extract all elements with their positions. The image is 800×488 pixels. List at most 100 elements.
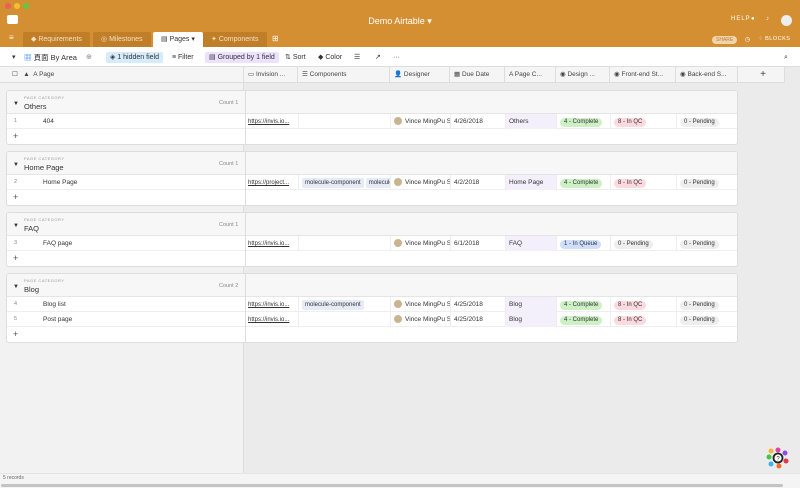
invision-link[interactable]: https://invis.io...: [248, 302, 289, 308]
column-header-page-category[interactable]: A Page C...: [505, 67, 556, 83]
invision-cell[interactable]: https://invis.io...: [245, 312, 299, 327]
view-switcher[interactable]: ▦ 頁面 By Area: [20, 52, 81, 63]
share-button[interactable]: SHARE: [712, 36, 738, 44]
history-icon[interactable]: ◷: [745, 36, 750, 43]
backend-status-cell[interactable]: 0 - Pending: [677, 236, 737, 251]
group-header[interactable]: ▼ PAGE CATEGORY Blog Count 2: [7, 274, 737, 297]
page-cell[interactable]: Blog list: [40, 297, 245, 312]
invision-cell[interactable]: https://invis.io...: [245, 236, 299, 251]
horizontal-scrollbar[interactable]: [1, 484, 783, 487]
frontend-status-cell[interactable]: 0 - Pending: [611, 236, 677, 251]
backend-status-cell[interactable]: 0 - Pending: [677, 297, 737, 312]
components-cell[interactable]: [299, 114, 391, 129]
tab-requirements[interactable]: ◆ Requirements: [23, 32, 90, 47]
base-title[interactable]: Demo Airtable ▾: [0, 16, 800, 27]
column-header-designer[interactable]: 👤 Designer: [390, 67, 450, 83]
components-cell[interactable]: [299, 312, 391, 327]
design-status-cell[interactable]: 4 - Complete: [557, 297, 611, 312]
frontend-status-cell[interactable]: 8 - In QC: [611, 175, 677, 190]
group-header[interactable]: ▼ PAGE CATEGORY FAQ Count 1: [7, 213, 737, 236]
view-settings-icon[interactable]: ⊕: [82, 52, 96, 63]
design-status-cell[interactable]: 4 - Complete: [557, 312, 611, 327]
page-cell[interactable]: FAQ page: [40, 236, 245, 251]
collapse-triangle-icon[interactable]: ▼: [13, 284, 19, 290]
views-toggle-icon[interactable]: ▾: [8, 52, 20, 63]
add-record-button[interactable]: +: [7, 327, 737, 342]
invision-link[interactable]: https://invis.io...: [248, 241, 289, 247]
table-row[interactable]: 4 Blog list https://invis.io... molecule…: [7, 297, 737, 312]
search-icon[interactable]: ⌕: [780, 52, 792, 63]
add-record-button[interactable]: +: [7, 129, 737, 144]
table-row[interactable]: 3 FAQ page https://invis.io... Vince Min…: [7, 236, 737, 251]
page-category-cell[interactable]: Blog: [506, 312, 557, 327]
page-cell[interactable]: Post page: [40, 312, 245, 327]
group-header[interactable]: ▼ PAGE CATEGORY Home Page Count 1: [7, 152, 737, 175]
column-header-due-date[interactable]: ▦ Due Date: [450, 67, 505, 83]
column-header-invision[interactable]: ▭ Invision ...: [244, 67, 298, 83]
due-date-cell[interactable]: 4/26/2018: [451, 114, 506, 129]
invision-link[interactable]: https://project...: [248, 180, 289, 186]
design-status-cell[interactable]: 4 - Complete: [557, 114, 611, 129]
help-bubble-icon[interactable]: ?: [766, 446, 790, 470]
designer-cell[interactable]: Vince MingPu Shao: [391, 312, 451, 327]
design-status-cell[interactable]: 1 - In Queue: [557, 236, 611, 251]
share-view-icon[interactable]: ↗: [371, 52, 385, 63]
collapse-triangle-icon[interactable]: ▼: [13, 101, 19, 107]
design-status-cell[interactable]: 4 - Complete: [557, 175, 611, 190]
page-cell[interactable]: 404: [40, 114, 245, 129]
group-header[interactable]: ▼ PAGE CATEGORY Others Count 1: [7, 91, 737, 114]
add-record-button[interactable]: +: [7, 190, 737, 205]
page-category-cell[interactable]: Others: [506, 114, 557, 129]
designer-cell[interactable]: Vince MingPu Shao: [391, 114, 451, 129]
add-record-button[interactable]: +: [7, 251, 737, 266]
column-header-backend-status[interactable]: ◉ Back-end S...: [676, 67, 738, 83]
filter-button[interactable]: ≡ Filter: [168, 52, 198, 63]
designer-cell[interactable]: Vince MingPu Shao: [391, 297, 451, 312]
frontend-status-cell[interactable]: 8 - In QC: [611, 312, 677, 327]
invision-cell[interactable]: https://invis.io...: [245, 297, 299, 312]
backend-status-cell[interactable]: 0 - Pending: [677, 312, 737, 327]
group-button[interactable]: ▤ Grouped by 1 field: [205, 52, 279, 63]
column-header-page[interactable]: ☐ ▲ A Page: [0, 67, 244, 83]
tab-milestones[interactable]: ◎ Milestones: [93, 32, 151, 47]
page-category-cell[interactable]: FAQ: [506, 236, 557, 251]
column-header-design-status[interactable]: ◉ Design ...: [556, 67, 610, 83]
page-cell[interactable]: Home Page: [40, 175, 245, 190]
components-cell[interactable]: molecule-component: [299, 297, 391, 312]
table-row[interactable]: 2 Home Page https://project... molecule-…: [7, 175, 737, 190]
add-table-icon[interactable]: ⊞: [272, 34, 279, 43]
due-date-cell[interactable]: 4/25/2018: [451, 312, 506, 327]
due-date-cell[interactable]: 4/25/2018: [451, 297, 506, 312]
column-header-components[interactable]: ☰ Components: [298, 67, 390, 83]
backend-status-cell[interactable]: 0 - Pending: [677, 175, 737, 190]
help-link[interactable]: HELP: [731, 16, 751, 22]
sort-button[interactable]: ⇅ Sort: [281, 52, 310, 63]
invision-link[interactable]: https://invis.io...: [248, 119, 289, 125]
invision-link[interactable]: https://invis.io...: [248, 317, 289, 323]
designer-cell[interactable]: Vince MingPu Shao: [391, 175, 451, 190]
page-category-cell[interactable]: Home Page: [506, 175, 557, 190]
component-chip[interactable]: molecule-component: [365, 178, 390, 188]
blocks-button[interactable]: ⁘ BLOCKS: [758, 36, 790, 42]
collapse-triangle-icon[interactable]: ▼: [13, 223, 19, 229]
invision-cell[interactable]: https://project...: [245, 175, 299, 190]
invision-cell[interactable]: https://invis.io...: [245, 114, 299, 129]
color-button[interactable]: ◆ Color: [314, 52, 346, 63]
frontend-status-cell[interactable]: 8 - In QC: [611, 297, 677, 312]
page-category-cell[interactable]: Blog: [506, 297, 557, 312]
column-header-frontend-status[interactable]: ◉ Front-end St...: [610, 67, 676, 83]
bell-icon[interactable]: ♪: [766, 16, 770, 22]
component-chip[interactable]: molecule-component: [302, 178, 364, 188]
components-cell[interactable]: [299, 236, 391, 251]
component-chip[interactable]: molecule-component: [302, 300, 364, 310]
help-icon[interactable]: ●: [751, 16, 756, 22]
due-date-cell[interactable]: 6/1/2018: [451, 236, 506, 251]
due-date-cell[interactable]: 4/2/2018: [451, 175, 506, 190]
backend-status-cell[interactable]: 0 - Pending: [677, 114, 737, 129]
menu-icon[interactable]: ≡: [9, 33, 14, 42]
table-row[interactable]: 1 404 https://invis.io... Vince MingPu S…: [7, 114, 737, 129]
components-cell[interactable]: molecule-componentmolecule-component: [299, 175, 391, 190]
designer-cell[interactable]: Vince MingPu Shao: [391, 236, 451, 251]
row-height-icon[interactable]: ☰: [350, 52, 364, 63]
avatar[interactable]: [781, 15, 792, 26]
